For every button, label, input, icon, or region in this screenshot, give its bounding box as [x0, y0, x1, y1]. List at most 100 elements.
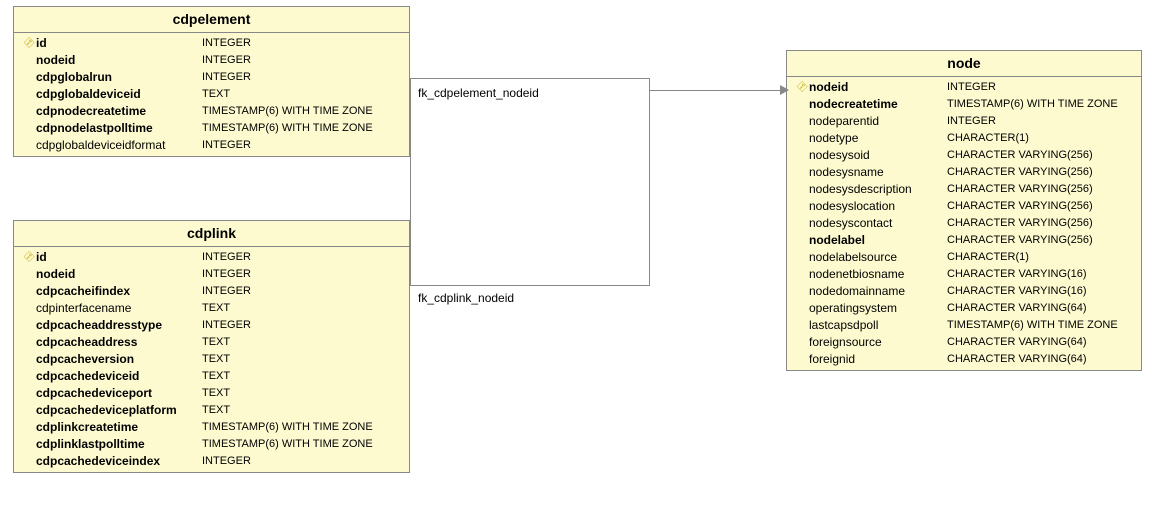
column-name: nodeparentid	[809, 114, 947, 129]
entity-cdplink: cdplink ⚿idINTEGERnodeidINTEGERcdpcachei…	[13, 220, 410, 473]
column-row: cdplinkcreatetimeTIMESTAMP(6) WITH TIME …	[14, 419, 409, 436]
primary-key-icon: ⚿	[793, 80, 809, 95]
column-name: cdpcachedeviceindex	[36, 454, 202, 469]
column-row: nodesysdescriptionCHARACTER VARYING(256)	[787, 181, 1141, 198]
column-row: cdpcacheaddresstypeINTEGER	[14, 317, 409, 334]
column-row: nodenetbiosnameCHARACTER VARYING(16)	[787, 266, 1141, 283]
column-type: TIMESTAMP(6) WITH TIME ZONE	[202, 420, 403, 435]
column-name: cdpnodelastpolltime	[36, 121, 202, 136]
column-name: nodecreatetime	[809, 97, 947, 112]
column-name: foreignsource	[809, 335, 947, 350]
column-type: TEXT	[202, 403, 403, 418]
column-row: nodeidINTEGER	[14, 52, 409, 69]
column-name: nodeid	[36, 53, 202, 68]
column-type: INTEGER	[202, 454, 403, 469]
column-name: nodelabel	[809, 233, 947, 248]
relationship-connector	[410, 78, 650, 286]
column-name: cdplinkcreatetime	[36, 420, 202, 435]
column-type: INTEGER	[947, 114, 1135, 129]
column-name: cdpcacheaddress	[36, 335, 202, 350]
column-row: cdpcachedeviceidTEXT	[14, 368, 409, 385]
column-type: INTEGER	[202, 138, 403, 153]
column-type: CHARACTER(1)	[947, 250, 1135, 265]
column-name: foreignid	[809, 352, 947, 367]
column-name: id	[36, 36, 202, 51]
column-row: cdpnodecreatetimeTIMESTAMP(6) WITH TIME …	[14, 103, 409, 120]
relationship-arrow-line	[650, 90, 786, 91]
column-name: nodedomainname	[809, 284, 947, 299]
column-type: TEXT	[202, 301, 403, 316]
column-type: INTEGER	[202, 70, 403, 85]
column-name: nodesyslocation	[809, 199, 947, 214]
column-name: cdpglobaldeviceid	[36, 87, 202, 102]
entity-body-node: ⚿nodeidINTEGERnodecreatetimeTIMESTAMP(6)…	[787, 77, 1141, 370]
column-name: operatingsystem	[809, 301, 947, 316]
column-row: ⚿idINTEGER	[14, 35, 409, 52]
column-type: TIMESTAMP(6) WITH TIME ZONE	[202, 437, 403, 452]
column-name: nodesysdescription	[809, 182, 947, 197]
column-type: CHARACTER VARYING(256)	[947, 216, 1135, 231]
column-type: INTEGER	[202, 284, 403, 299]
column-row: nodelabelsourceCHARACTER(1)	[787, 249, 1141, 266]
column-name: cdpinterfacename	[36, 301, 202, 316]
column-row: cdpnodelastpolltimeTIMESTAMP(6) WITH TIM…	[14, 120, 409, 137]
relationship-arrow-head-icon	[780, 85, 789, 95]
column-name: nodeid	[36, 267, 202, 282]
column-type: INTEGER	[202, 53, 403, 68]
column-name: nodetype	[809, 131, 947, 146]
column-type: CHARACTER VARYING(256)	[947, 165, 1135, 180]
column-row: cdpcachedeviceplatformTEXT	[14, 402, 409, 419]
column-name: cdpcachedeviceplatform	[36, 403, 202, 418]
column-type: CHARACTER VARYING(64)	[947, 301, 1135, 316]
column-name: cdpcachedeviceid	[36, 369, 202, 384]
column-name: cdpcachedeviceport	[36, 386, 202, 401]
column-type: CHARACTER VARYING(64)	[947, 352, 1135, 367]
entity-title: cdpelement	[14, 7, 409, 33]
column-row: nodesyscontactCHARACTER VARYING(256)	[787, 215, 1141, 232]
column-name: cdpglobaldeviceidformat	[36, 138, 202, 153]
column-type: INTEGER	[202, 318, 403, 333]
column-name: nodenetbiosname	[809, 267, 947, 282]
primary-key-icon: ⚿	[20, 36, 36, 51]
column-type: INTEGER	[202, 36, 403, 51]
column-type: TEXT	[202, 386, 403, 401]
column-row: ⚿idINTEGER	[14, 249, 409, 266]
column-name: nodelabelsource	[809, 250, 947, 265]
column-type: CHARACTER VARYING(16)	[947, 284, 1135, 299]
column-name: cdpcacheaddresstype	[36, 318, 202, 333]
column-row: nodeidINTEGER	[14, 266, 409, 283]
column-row: foreignsourceCHARACTER VARYING(64)	[787, 334, 1141, 351]
column-type: CHARACTER VARYING(256)	[947, 233, 1135, 248]
column-type: CHARACTER(1)	[947, 131, 1135, 146]
column-row: cdpcacheifindexINTEGER	[14, 283, 409, 300]
column-type: TEXT	[202, 369, 403, 384]
entity-node: node ⚿nodeidINTEGERnodecreatetimeTIMESTA…	[786, 50, 1142, 371]
entity-title: node	[787, 51, 1141, 77]
column-type: TIMESTAMP(6) WITH TIME ZONE	[202, 121, 403, 136]
primary-key-icon: ⚿	[20, 250, 36, 265]
column-row: operatingsystemCHARACTER VARYING(64)	[787, 300, 1141, 317]
column-type: TIMESTAMP(6) WITH TIME ZONE	[947, 318, 1135, 333]
column-type: INTEGER	[947, 80, 1135, 95]
column-type: TEXT	[202, 352, 403, 367]
column-row: cdpinterfacenameTEXT	[14, 300, 409, 317]
column-name: id	[36, 250, 202, 265]
column-row: foreignidCHARACTER VARYING(64)	[787, 351, 1141, 368]
column-type: CHARACTER VARYING(256)	[947, 182, 1135, 197]
fk-label-cdplink-nodeid: fk_cdplink_nodeid	[418, 291, 514, 305]
entity-body-cdplink: ⚿idINTEGERnodeidINTEGERcdpcacheifindexIN…	[14, 247, 409, 472]
column-name: cdpglobalrun	[36, 70, 202, 85]
column-row: nodetypeCHARACTER(1)	[787, 130, 1141, 147]
column-type: INTEGER	[202, 250, 403, 265]
column-type: TIMESTAMP(6) WITH TIME ZONE	[202, 104, 403, 119]
column-name: nodesyscontact	[809, 216, 947, 231]
column-row: cdpcachedeviceindexINTEGER	[14, 453, 409, 470]
column-type: CHARACTER VARYING(16)	[947, 267, 1135, 282]
column-name: cdpcacheversion	[36, 352, 202, 367]
entity-body-cdpelement: ⚿idINTEGERnodeidINTEGERcdpglobalrunINTEG…	[14, 33, 409, 156]
column-row: nodelabelCHARACTER VARYING(256)	[787, 232, 1141, 249]
column-type: TEXT	[202, 335, 403, 350]
column-type: CHARACTER VARYING(64)	[947, 335, 1135, 350]
column-row: cdpglobaldeviceidTEXT	[14, 86, 409, 103]
column-type: TIMESTAMP(6) WITH TIME ZONE	[947, 97, 1135, 112]
